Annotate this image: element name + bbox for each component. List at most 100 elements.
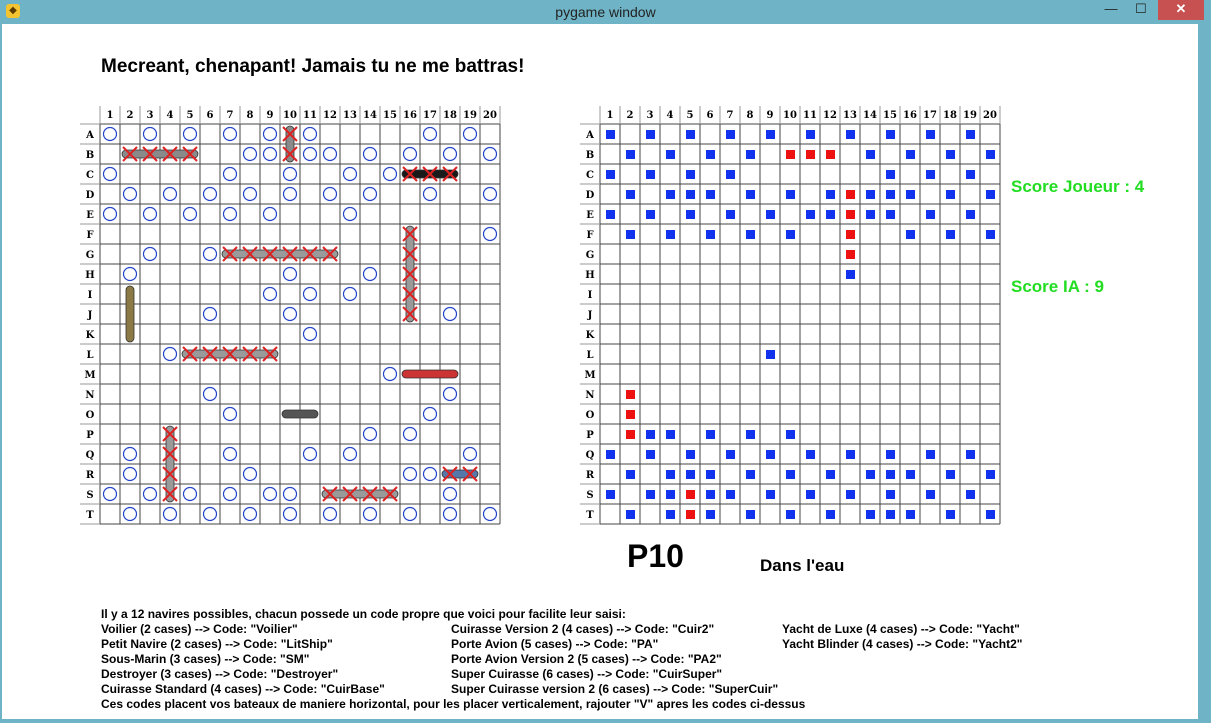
player-row-label: P xyxy=(86,430,94,441)
miss-square xyxy=(906,190,915,199)
miss-marker xyxy=(362,426,378,442)
miss-square xyxy=(766,350,775,359)
miss-square xyxy=(766,210,775,219)
miss-square xyxy=(726,210,735,219)
ai-grid-lines xyxy=(580,106,1001,525)
miss-marker xyxy=(422,466,438,482)
maximize-button[interactable]: ☐ xyxy=(1126,0,1156,20)
miss-square xyxy=(806,210,815,219)
miss-marker xyxy=(442,486,458,502)
miss-square xyxy=(966,450,975,459)
ship-sous-marin xyxy=(281,409,319,419)
miss-marker xyxy=(382,166,398,182)
window-title: pygame window xyxy=(555,4,656,20)
miss-marker xyxy=(202,506,218,522)
miss-marker xyxy=(262,206,278,222)
miss-square xyxy=(886,450,895,459)
miss-marker xyxy=(102,206,118,222)
miss-square xyxy=(706,490,715,499)
player-row-label: S xyxy=(86,490,93,501)
ai-row-label: H xyxy=(585,270,594,281)
instructions-footer: Ces codes placent vos bateaux de maniere… xyxy=(101,697,806,711)
miss-marker xyxy=(342,206,358,222)
hit-square xyxy=(846,210,855,219)
player-col-label: 18 xyxy=(443,110,457,121)
miss-marker xyxy=(302,326,318,342)
ai-col-label: 2 xyxy=(627,110,634,121)
miss-marker xyxy=(242,466,258,482)
miss-marker xyxy=(142,206,158,222)
miss-marker xyxy=(262,126,278,142)
player-row-label: D xyxy=(86,190,95,201)
miss-marker xyxy=(302,446,318,462)
miss-square xyxy=(946,230,955,239)
miss-marker xyxy=(362,266,378,282)
miss-marker xyxy=(362,146,378,162)
miss-marker xyxy=(402,466,418,482)
player-grid-lines xyxy=(80,106,501,525)
hit-square xyxy=(626,430,635,439)
player-col-label: 6 xyxy=(207,110,214,121)
miss-square xyxy=(626,190,635,199)
player-row-label: Q xyxy=(86,450,95,461)
ai-col-label: 9 xyxy=(767,110,774,121)
ship-code-line: Cuirasse Standard (4 cases) --> Code: "C… xyxy=(101,682,385,696)
miss-marker xyxy=(222,126,238,142)
miss-square xyxy=(766,490,775,499)
miss-square xyxy=(886,210,895,219)
miss-square xyxy=(646,490,655,499)
miss-marker xyxy=(422,126,438,142)
miss-square xyxy=(886,490,895,499)
ai-target-board[interactable]: 1 2 3 4 5 6 7 8 9 10 11 12 13 14 15 16 17 18 19 20ABCDEFGHI… xyxy=(580,102,1004,528)
miss-square xyxy=(986,190,995,199)
player-row-label: C xyxy=(86,170,94,181)
miss-square xyxy=(826,510,835,519)
ship-code-line: Cuirasse Version 2 (4 cases) --> Code: "… xyxy=(451,622,715,636)
ai-row-label: Q xyxy=(586,450,595,461)
miss-marker xyxy=(342,286,358,302)
ai-row-label: E xyxy=(586,210,594,221)
window-titlebar[interactable]: ◆ pygame window — ☐ ✕ xyxy=(0,0,1211,24)
miss-square xyxy=(906,150,915,159)
ai-row-label: A xyxy=(585,130,594,141)
miss-square xyxy=(706,190,715,199)
miss-marker xyxy=(222,406,238,422)
miss-marker xyxy=(442,146,458,162)
miss-square xyxy=(746,190,755,199)
miss-square xyxy=(866,210,875,219)
hit-square xyxy=(846,250,855,259)
miss-square xyxy=(726,170,735,179)
miss-square xyxy=(706,150,715,159)
hit-square xyxy=(626,390,635,399)
ship-code-line: Porte Avion (5 cases) --> Code: "PA" xyxy=(451,637,659,651)
instructions-intro: Il y a 12 navires possibles, chacun poss… xyxy=(101,607,626,621)
miss-marker xyxy=(122,446,138,462)
miss-square xyxy=(886,130,895,139)
ai-col-label: 10 xyxy=(783,110,797,121)
miss-square xyxy=(726,130,735,139)
hit-square xyxy=(626,410,635,419)
miss-square xyxy=(926,170,935,179)
miss-marker xyxy=(322,186,338,202)
ai-col-label: 3 xyxy=(647,110,654,121)
miss-marker xyxy=(142,246,158,262)
close-button[interactable]: ✕ xyxy=(1158,0,1204,20)
player-board: 1 2 3 4 5 6 7 8 9 10 11 12 13 14 15 16 17 18 19 20ABCDEFGHI… xyxy=(80,106,501,525)
minimize-button[interactable]: — xyxy=(1096,0,1126,20)
miss-marker xyxy=(282,186,298,202)
player-row-label: I xyxy=(88,290,93,301)
miss-square xyxy=(646,170,655,179)
player-col-label: 1 xyxy=(107,110,114,121)
player-col-label: 17 xyxy=(423,110,437,121)
miss-square xyxy=(946,510,955,519)
miss-square xyxy=(926,130,935,139)
miss-square xyxy=(866,190,875,199)
miss-marker xyxy=(202,186,218,202)
miss-marker xyxy=(242,146,258,162)
miss-square xyxy=(846,450,855,459)
miss-square xyxy=(646,130,655,139)
miss-marker xyxy=(382,366,398,382)
player-col-label: 14 xyxy=(363,110,377,121)
miss-square xyxy=(646,450,655,459)
ai-row-label: K xyxy=(586,330,595,341)
